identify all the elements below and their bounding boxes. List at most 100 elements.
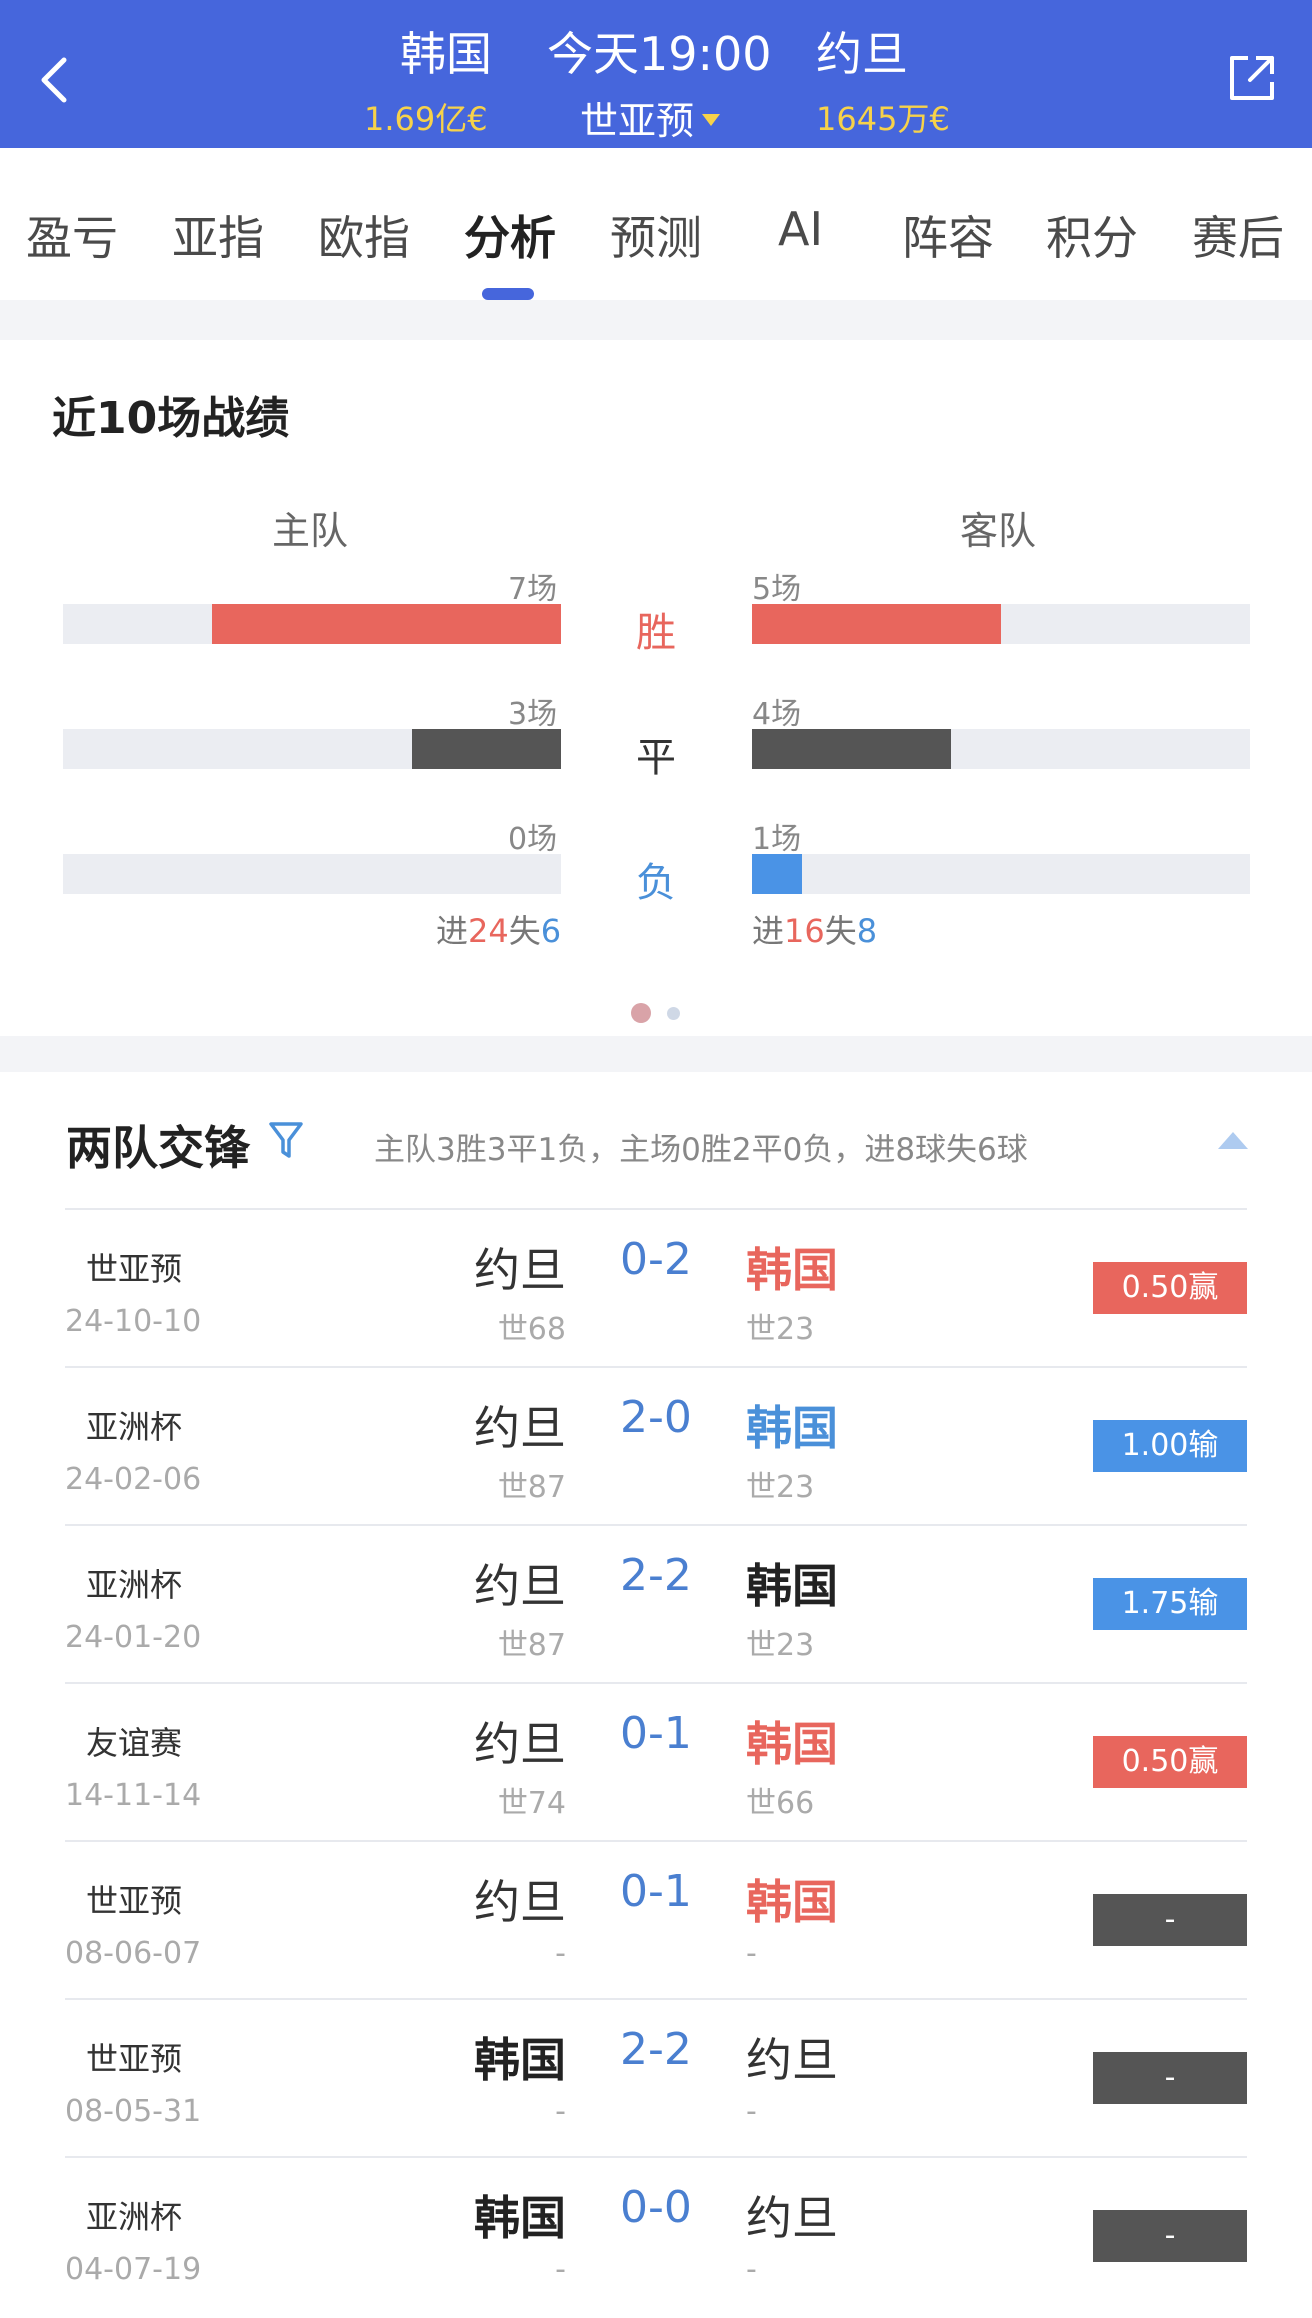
match-home-team: 约旦 bbox=[474, 1875, 566, 1929]
home-goals-summary: 进24失6 bbox=[436, 906, 561, 952]
home-win-bar-fill bbox=[212, 604, 561, 644]
match-score: 0-1 bbox=[620, 1866, 692, 1917]
row-divider bbox=[65, 1840, 1247, 1842]
away-loss-count: 1场 bbox=[752, 822, 802, 857]
h2h-match-row[interactable]: 世亚预 08-05-31 韩国 - 2-2 约旦 - - bbox=[0, 1998, 1312, 2156]
page-indicator-inactive[interactable] bbox=[667, 1007, 680, 1020]
match-home-team: 韩国 bbox=[474, 2033, 566, 2087]
away-draw-bar-fill bbox=[752, 729, 951, 769]
away-win-count: 5场 bbox=[752, 572, 802, 607]
home-draw-bar-fill bbox=[412, 729, 561, 769]
match-league: 亚洲杯 bbox=[86, 1566, 183, 1604]
home-win-count: 7场 bbox=[508, 572, 558, 607]
away-goals-for: 16 bbox=[784, 912, 825, 950]
tab-analysis[interactable]: 分析 bbox=[464, 202, 556, 268]
away-side-label: 客队 bbox=[960, 509, 1037, 553]
share-icon[interactable] bbox=[1226, 52, 1278, 104]
handicap-result-badge: 0.50赢 bbox=[1093, 1736, 1247, 1788]
league-label: 世亚预 bbox=[580, 99, 695, 143]
match-home-team: 约旦 bbox=[474, 1559, 566, 1613]
match-away-team: 韩国 bbox=[746, 1717, 838, 1771]
away-loss-bar-fill bbox=[752, 854, 802, 894]
tab-ai[interactable]: AI bbox=[778, 202, 823, 256]
match-league: 亚洲杯 bbox=[86, 1408, 183, 1446]
match-home-rank: - bbox=[555, 2252, 566, 2287]
home-loss-bar bbox=[63, 854, 561, 894]
match-home-team: 约旦 bbox=[474, 1401, 566, 1455]
match-league: 世亚预 bbox=[86, 1882, 183, 1920]
match-away-rank: - bbox=[746, 2252, 757, 2287]
match-away-rank: - bbox=[746, 1936, 757, 1971]
tab-bar: 盈亏 亚指 欧指 分析 预测 AI 阵容 积分 赛后 bbox=[0, 148, 1312, 300]
row-divider bbox=[65, 2156, 1247, 2158]
tab-lineup[interactable]: 阵容 bbox=[902, 202, 994, 268]
row-divider bbox=[65, 1524, 1247, 1526]
tab-profit-loss[interactable]: 盈亏 bbox=[26, 202, 118, 268]
match-date: 24-10-10 bbox=[65, 1304, 202, 1339]
home-goals-for-label: 进 bbox=[436, 912, 469, 950]
handicap-result-badge: - bbox=[1093, 1894, 1247, 1946]
match-away-rank: - bbox=[746, 2094, 757, 2129]
h2h-match-row[interactable]: 亚洲杯 24-02-06 约旦 世87 2-0 韩国 世23 1.00输 bbox=[0, 1366, 1312, 1524]
match-away-team: 韩国 bbox=[746, 1243, 838, 1297]
match-league: 世亚预 bbox=[86, 1250, 183, 1288]
match-home-rank: 世87 bbox=[497, 1470, 566, 1505]
match-time: 今天19:00 bbox=[547, 27, 772, 81]
tab-asian-handicap[interactable]: 亚指 bbox=[172, 202, 264, 268]
away-win-bar bbox=[752, 604, 1250, 644]
page-indicator-active[interactable] bbox=[631, 1003, 651, 1023]
match-home-team: 约旦 bbox=[474, 1717, 566, 1771]
home-goals-against: 6 bbox=[540, 912, 562, 950]
h2h-match-row[interactable]: 亚洲杯 24-01-20 约旦 世87 2-2 韩国 世23 1.75输 bbox=[0, 1524, 1312, 1682]
match-away-rank: 世23 bbox=[746, 1470, 815, 1505]
league-selector[interactable]: 世亚预 bbox=[580, 90, 721, 145]
home-team-name[interactable]: 韩国 bbox=[400, 18, 492, 84]
row-divider bbox=[65, 1208, 1247, 1210]
home-market-value: 1.69亿€ bbox=[364, 100, 488, 138]
match-score: 2-2 bbox=[620, 1550, 692, 1601]
home-loss-count: 0场 bbox=[508, 822, 558, 857]
match-score: 0-1 bbox=[620, 1708, 692, 1759]
h2h-match-row[interactable]: 亚洲杯 04-07-19 韩国 - 0-0 约旦 - - bbox=[0, 2156, 1312, 2314]
match-home-rank: 世68 bbox=[497, 1312, 566, 1347]
tab-standings[interactable]: 积分 bbox=[1046, 202, 1138, 268]
h2h-match-row[interactable]: 友谊赛 14-11-14 约旦 世74 0-1 韩国 世66 0.50赢 bbox=[0, 1682, 1312, 1840]
match-score: 0-0 bbox=[620, 2182, 692, 2233]
match-away-team: 韩国 bbox=[746, 1401, 838, 1455]
h2h-match-row[interactable]: 世亚预 08-06-07 约旦 - 0-1 韩国 - - bbox=[0, 1840, 1312, 1998]
handicap-result-badge: 1.00输 bbox=[1093, 1420, 1247, 1472]
tab-european-odds[interactable]: 欧指 bbox=[318, 202, 410, 268]
match-date: 14-11-14 bbox=[65, 1778, 202, 1813]
caret-down-icon bbox=[702, 114, 721, 126]
home-side-label: 主队 bbox=[272, 509, 349, 553]
match-date: 08-05-31 bbox=[65, 2094, 202, 2129]
match-away-rank: 世23 bbox=[746, 1628, 815, 1663]
back-arrow-icon[interactable] bbox=[34, 56, 74, 104]
row-divider bbox=[65, 1998, 1247, 2000]
away-goals-against-label: 失 bbox=[824, 912, 857, 950]
handicap-result-badge: - bbox=[1093, 2210, 1247, 2262]
match-score: 0-2 bbox=[620, 1234, 692, 1285]
match-home-rank: 世87 bbox=[497, 1628, 566, 1663]
away-draw-count: 4场 bbox=[752, 697, 802, 732]
away-goals-summary: 进16失8 bbox=[752, 906, 877, 952]
home-draw-bar bbox=[63, 729, 561, 769]
away-team-name[interactable]: 约旦 bbox=[816, 18, 908, 84]
filter-icon[interactable] bbox=[268, 1120, 304, 1160]
match-away-team: 约旦 bbox=[746, 2033, 838, 2087]
loss-label: 负 bbox=[636, 860, 676, 906]
match-home-team: 韩国 bbox=[474, 2191, 566, 2245]
match-away-team: 韩国 bbox=[746, 1559, 838, 1613]
h2h-match-row[interactable]: 世亚预 24-10-10 约旦 世68 0-2 韩国 世23 0.50赢 bbox=[0, 1208, 1312, 1366]
match-home-rank: - bbox=[555, 2094, 566, 2129]
match-home-team: 约旦 bbox=[474, 1243, 566, 1297]
row-divider bbox=[65, 1366, 1247, 1368]
tab-prediction[interactable]: 预测 bbox=[610, 202, 702, 268]
tab-post-match[interactable]: 赛后 bbox=[1192, 202, 1284, 268]
away-goals-against: 8 bbox=[856, 912, 878, 950]
match-home-rank: 世74 bbox=[497, 1786, 566, 1821]
collapse-arrow-icon[interactable] bbox=[1218, 1132, 1248, 1149]
home-goals-against-label: 失 bbox=[508, 912, 541, 950]
match-league: 友谊赛 bbox=[86, 1724, 183, 1762]
match-home-rank: - bbox=[555, 1936, 566, 1971]
